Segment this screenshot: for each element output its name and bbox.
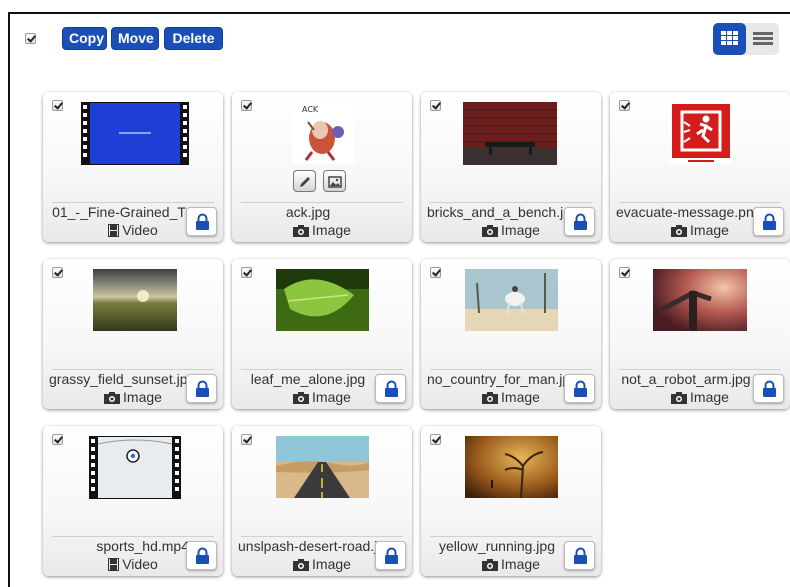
- image-thumbnail[interactable]: [465, 436, 558, 498]
- list-view-button[interactable]: [746, 23, 779, 55]
- file-checkbox[interactable]: [52, 267, 63, 278]
- lock-button[interactable]: [186, 374, 217, 403]
- file-checkbox[interactable]: [430, 100, 441, 111]
- image-thumbnail[interactable]: [93, 269, 177, 331]
- select-all-checkbox[interactable]: [25, 33, 36, 44]
- svg-text:ACK: ACK: [302, 105, 319, 114]
- file-card[interactable]: sports_hd.mp4 Video: [43, 426, 223, 576]
- camera-icon: [482, 224, 499, 240]
- grid-icon: [721, 31, 738, 47]
- file-checkbox[interactable]: [241, 100, 252, 111]
- file-card[interactable]: bricks_and_a_bench.jpg Image: [421, 92, 601, 242]
- camera-icon: [671, 224, 688, 240]
- list-icon: [753, 32, 773, 47]
- file-card[interactable]: ACK ack.jpg Image: [232, 92, 412, 242]
- file-checkbox[interactable]: [241, 434, 252, 445]
- lock-button[interactable]: [753, 207, 784, 236]
- lock-button[interactable]: [375, 541, 406, 570]
- file-checkbox[interactable]: [619, 267, 630, 278]
- camera-icon: [482, 391, 499, 407]
- file-checkbox[interactable]: [241, 267, 252, 278]
- image-thumbnail[interactable]: [276, 436, 369, 498]
- file-name: unslpash-desert-road.jpg: [238, 538, 378, 554]
- edit-button[interactable]: [293, 170, 316, 192]
- camera-icon: [482, 558, 499, 574]
- move-button[interactable]: Move: [111, 27, 159, 50]
- file-card[interactable]: unslpash-desert-road.jpg Image: [232, 426, 412, 576]
- grid-view-button[interactable]: [713, 23, 746, 55]
- file-name: 01_-_Fine-Grained_T: [52, 204, 186, 220]
- delete-button[interactable]: Delete: [164, 27, 223, 50]
- file-card[interactable]: 01_-_Fine-Grained_T Video: [43, 92, 223, 242]
- image-thumbnail[interactable]: [670, 102, 732, 164]
- file-name: grassy_field_sunset.jpg: [49, 371, 189, 387]
- film-icon: [108, 558, 120, 574]
- file-card[interactable]: leaf_me_alone.jpg Image: [232, 259, 412, 409]
- camera-icon: [104, 391, 121, 407]
- lock-button[interactable]: [375, 374, 406, 403]
- image-thumbnail[interactable]: [465, 269, 558, 331]
- lock-button[interactable]: [564, 541, 595, 570]
- lock-button[interactable]: [564, 374, 595, 403]
- camera-icon: [293, 224, 310, 240]
- lock-button[interactable]: [753, 374, 784, 403]
- image-thumbnail[interactable]: [463, 102, 557, 165]
- file-checkbox[interactable]: [430, 434, 441, 445]
- file-checkbox[interactable]: [619, 100, 630, 111]
- file-checkbox[interactable]: [430, 267, 441, 278]
- file-name: yellow_running.jpg: [439, 538, 555, 554]
- file-name: bricks_and_a_bench.jpg: [427, 204, 567, 220]
- lock-button[interactable]: [564, 207, 595, 236]
- file-card[interactable]: no_country_for_man.jpg Image: [421, 259, 601, 409]
- file-card[interactable]: not_a_robot_arm.jpg Image: [610, 259, 790, 409]
- file-name: leaf_me_alone.jpg: [250, 371, 366, 387]
- lock-button[interactable]: [186, 207, 217, 236]
- file-card[interactable]: yellow_running.jpg Image: [421, 426, 601, 576]
- image-edit-button[interactable]: [323, 170, 346, 192]
- copy-button[interactable]: Copy: [62, 27, 107, 50]
- file-name: not_a_robot_arm.jpg: [621, 371, 751, 387]
- file-name: no_country_for_man.jpg: [427, 371, 567, 387]
- image-thumbnail[interactable]: ACK: [292, 102, 354, 164]
- camera-icon: [671, 391, 688, 407]
- file-card[interactable]: evacuate-message.png Image: [610, 92, 790, 242]
- file-checkbox[interactable]: [52, 434, 63, 445]
- image-thumbnail[interactable]: [653, 269, 747, 331]
- video-thumbnail[interactable]: [89, 436, 181, 499]
- file-card[interactable]: grassy_field_sunset.jpg Image: [43, 259, 223, 409]
- image-thumbnail[interactable]: [276, 269, 369, 331]
- file-name: ack.jpg: [285, 204, 331, 220]
- lock-button[interactable]: [186, 541, 217, 570]
- file-checkbox[interactable]: [52, 100, 63, 111]
- video-thumbnail[interactable]: [81, 102, 189, 165]
- file-name: sports_hd.mp4: [96, 538, 189, 554]
- view-toggle: [713, 23, 779, 55]
- film-icon: [108, 224, 120, 240]
- camera-icon: [293, 558, 310, 574]
- toolbar: Copy Move Delete: [10, 14, 790, 74]
- file-name: evacuate-message.png: [616, 204, 756, 220]
- media-library-panel: Copy Move Delete 01_-_Fine-Grained_T Vid…: [8, 12, 790, 587]
- file-type: Image: [232, 222, 412, 240]
- camera-icon: [293, 391, 310, 407]
